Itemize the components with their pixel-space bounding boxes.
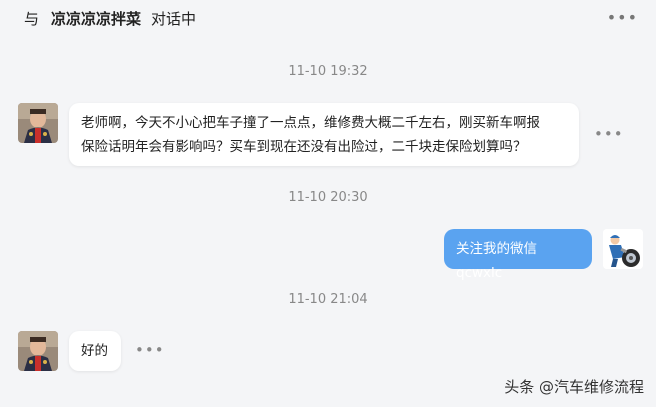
message-timestamp: 11-10 21:04 [288, 292, 368, 307]
message-text: 关注我的微信qcwxlc [456, 241, 537, 281]
message-text: 好的 [81, 343, 108, 359]
contact-name[interactable]: 凉凉凉凉拌菜 [51, 8, 141, 29]
message-bubble-incoming[interactable]: 老师啊，今天不小心把车子撞了一点点，维修费大概二千左右，刚买新车啊报 保险话明年… [69, 103, 579, 166]
contact-avatar[interactable] [18, 331, 58, 371]
message-bubble-outgoing[interactable]: 关注我的微信qcwxlc [444, 229, 592, 281]
message-timestamp: 11-10 20:30 [288, 190, 368, 205]
watermark: 头条 @汽车维修流程 [504, 378, 644, 396]
message-text-line: 保险话明年会有影响吗？买车到现在还没有出险过，二千块走保险划算吗？ [81, 139, 527, 155]
message-more-icon[interactable]: ••• [135, 341, 165, 359]
more-horizontal-icon[interactable]: ••• [607, 8, 638, 27]
contact-avatar[interactable] [18, 103, 58, 143]
message-bubble-incoming[interactable]: 好的 [69, 331, 121, 371]
chat-header: 与 凉凉凉凉拌菜 对话中 [0, 0, 656, 36]
message-timestamp: 11-10 19:32 [288, 64, 368, 79]
message-more-icon[interactable]: ••• [594, 125, 624, 143]
message-text-line: 老师啊，今天不小心把车子撞了一点点，维修费大概二千左右，刚买新车啊报 [81, 115, 540, 131]
header-prefix: 与 [24, 9, 40, 28]
my-avatar[interactable] [603, 229, 643, 269]
header-status: 对话中 [151, 9, 197, 28]
